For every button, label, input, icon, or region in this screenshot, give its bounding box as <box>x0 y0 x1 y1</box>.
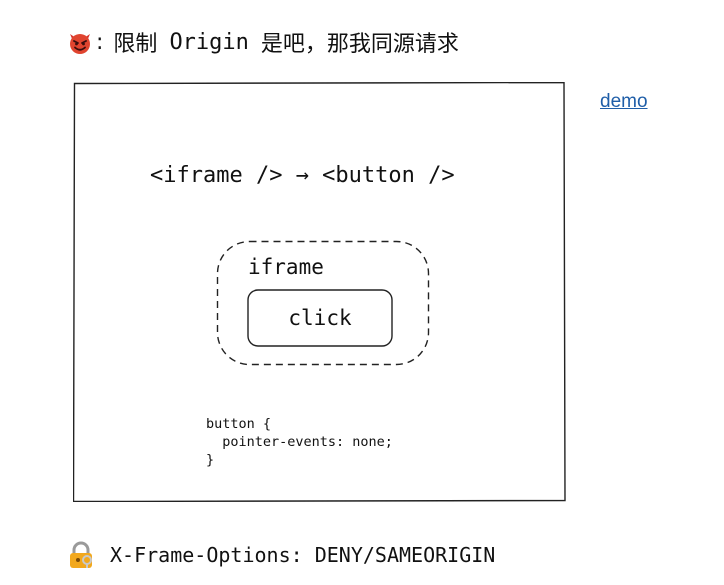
heading-colon: : <box>96 29 104 55</box>
diagram-title: <iframe /> → <button /> <box>150 163 455 188</box>
footer-note: X-Frame-Options: DENY/SAMEORIGIN <box>66 540 495 570</box>
heading-text-before: 限制 <box>113 32 158 57</box>
heading-text-after: 是吧，那我同源请求 <box>260 32 459 57</box>
demo-link[interactable]: demo <box>600 91 648 113</box>
smiling-devil-icon <box>70 34 90 54</box>
slide-heading: : 限制 Origin 是吧，那我同源请求 <box>66 25 459 59</box>
iframe-label: iframe <box>248 255 324 279</box>
heading-code: Origin <box>169 29 249 55</box>
css-code-snippet: button { pointer-events: none; } <box>206 416 393 468</box>
click-button-label: click <box>288 306 352 330</box>
footer-text: X-Frame-Options: DENY/SAMEORIGIN <box>110 543 496 567</box>
lock-with-key-icon <box>70 541 92 568</box>
click-button: click <box>247 289 393 347</box>
